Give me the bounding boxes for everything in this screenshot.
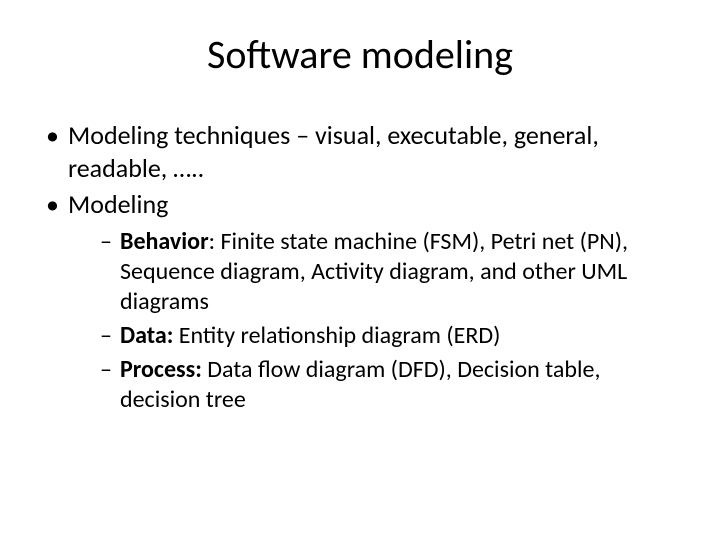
bullet-item: Modeling techniques – visual, executable… <box>40 119 680 184</box>
bullet-text: Modeling techniques – visual, executable… <box>68 119 599 184</box>
bullet-text: Modeling <box>68 188 168 220</box>
sub-bullet-item: Behavior: Finite state machine (FSM), Pe… <box>96 227 680 317</box>
sub-label: Behavior <box>120 227 209 256</box>
bullet-item: Modeling Behavior: Finite state machine … <box>40 188 680 415</box>
sub-label: Process: <box>120 355 202 384</box>
sub-bullet-item: Process: Data flow diagram (DFD), Decisi… <box>96 355 680 415</box>
sub-bullet-item: Data: Entity relationship diagram (ERD) <box>96 321 680 351</box>
sub-label: Data: <box>120 321 173 350</box>
sub-bullet-list: Behavior: Finite state machine (FSM), Pe… <box>68 227 680 415</box>
sub-rest: Entity relationship diagram (ERD) <box>173 321 500 350</box>
slide-title: Software modeling <box>40 30 680 79</box>
main-bullet-list: Modeling techniques – visual, executable… <box>40 119 680 415</box>
